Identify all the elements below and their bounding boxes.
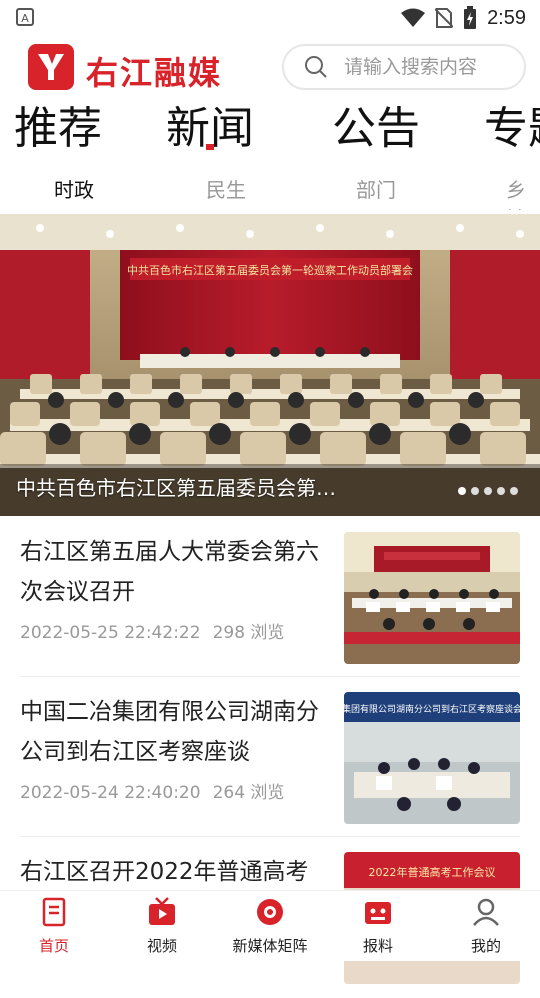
app-header: 右江融媒 [0, 36, 540, 98]
tab-special[interactable]: 专题 [484, 102, 540, 156]
news-title: 右江区第五届人大常委会第六次会议召开 [20, 539, 319, 605]
nav-label: 报料 [362, 937, 393, 955]
carousel-dot[interactable] [497, 487, 505, 495]
search-input[interactable] [342, 55, 516, 79]
meeting-hall-photo: 中共百色市右江区第五届委员会第一轮巡察工作动员部署会 [0, 214, 540, 516]
no-sim-icon [435, 8, 454, 28]
news-thumbnail [344, 532, 520, 664]
nav-media-matrix[interactable]: 新媒体矩阵 [220, 897, 320, 956]
tab-recommend[interactable]: 推荐 [14, 102, 102, 156]
nav-label: 首页 [38, 937, 69, 955]
wifi-icon [401, 8, 426, 27]
carousel-dots [458, 487, 518, 495]
divider [20, 676, 520, 677]
featured-banner[interactable]: 中共百色市右江区第五届委员会第一轮巡察工作动员部署会 中共百色市右江区第五届委员… [0, 214, 540, 516]
nav-video[interactable]: 视频 [112, 897, 212, 956]
brand-name: 右江融媒 [86, 54, 223, 92]
news-thumbnail: 集团有限公司湖南分公司到右江区考察座谈会 [344, 692, 520, 824]
sub-tabs: 时政 民生 部门 乡镇 [0, 166, 540, 210]
news-meta: 2022-05-24 22:40:20 264 浏览 [20, 778, 284, 803]
status-icons: 2:59 [401, 5, 526, 31]
news-list-item[interactable]: 右江区第五届人大常委会第六次会议召开 2022-05-25 22:42:22 29… [20, 518, 520, 678]
brand-logo-icon [28, 44, 74, 90]
app-notification-icon: A [16, 8, 34, 26]
subtab-politics[interactable]: 时政 [54, 174, 94, 203]
news-datetime: 2022-05-24 22:40:20 [20, 783, 201, 803]
nav-profile[interactable]: 我的 [436, 897, 536, 956]
nav-label: 我的 [470, 937, 501, 955]
subtab-towns[interactable]: 乡镇 [506, 174, 540, 210]
nav-label: 视频 [146, 937, 177, 955]
search-bar[interactable] [282, 44, 526, 90]
news-title: 右江区召开2022年普通高考 [20, 859, 309, 885]
profile-icon [473, 898, 499, 926]
battery-charging-icon [464, 6, 477, 29]
divider [20, 836, 520, 837]
report-tip-icon [365, 902, 391, 924]
tv-play-icon [149, 897, 175, 925]
clock: 2:59 [487, 6, 526, 29]
news-title: 中国二冶集团有限公司湖南分公司到右江区考察座谈 [20, 699, 319, 765]
nav-report[interactable]: 报料 [328, 897, 428, 956]
carousel-dot[interactable] [484, 487, 492, 495]
news-meta: 2022-05-25 22:42:22 298 浏览 [20, 618, 284, 643]
tab-announcement[interactable]: 公告 [332, 102, 420, 156]
news-datetime: 2022-05-25 22:42:22 [20, 623, 201, 643]
subtab-livelihood[interactable]: 民生 [206, 174, 246, 203]
nav-home[interactable]: 首页 [4, 897, 104, 956]
thumbnail-banner-text: 2022年普通高考工作会议 [369, 865, 496, 879]
carousel-dot[interactable] [471, 487, 479, 495]
media-matrix-icon [257, 899, 283, 925]
banner-caption: 中共百色市右江区第五届委员会第… [16, 476, 336, 500]
news-list-item[interactable]: 中国二冶集团有限公司湖南分公司到右江区考察座谈 2022-05-24 22:40… [20, 678, 520, 838]
carousel-dot[interactable] [510, 487, 518, 495]
category-tabs: 推荐 新闻 公告 专题 [0, 98, 540, 160]
news-views: 298 浏览 [212, 623, 285, 643]
bottom-navigation: 首页 视频 新媒体矩阵 报料 我的 [0, 890, 540, 961]
subtab-departments[interactable]: 部门 [356, 174, 396, 203]
nav-label: 新媒体矩阵 [232, 937, 308, 955]
thumbnail-banner-text: 集团有限公司湖南分公司到右江区考察座谈会 [344, 703, 520, 715]
banner-meeting-title: 中共百色市右江区第五届委员会第一轮巡察工作动员部署会 [127, 263, 413, 277]
status-bar: A 2:59 [0, 0, 540, 36]
carousel-dot[interactable] [458, 487, 466, 495]
tab-news[interactable]: 新闻 [166, 102, 254, 156]
search-icon [305, 56, 327, 78]
news-views: 264 浏览 [212, 783, 285, 803]
home-document-icon [42, 897, 66, 927]
